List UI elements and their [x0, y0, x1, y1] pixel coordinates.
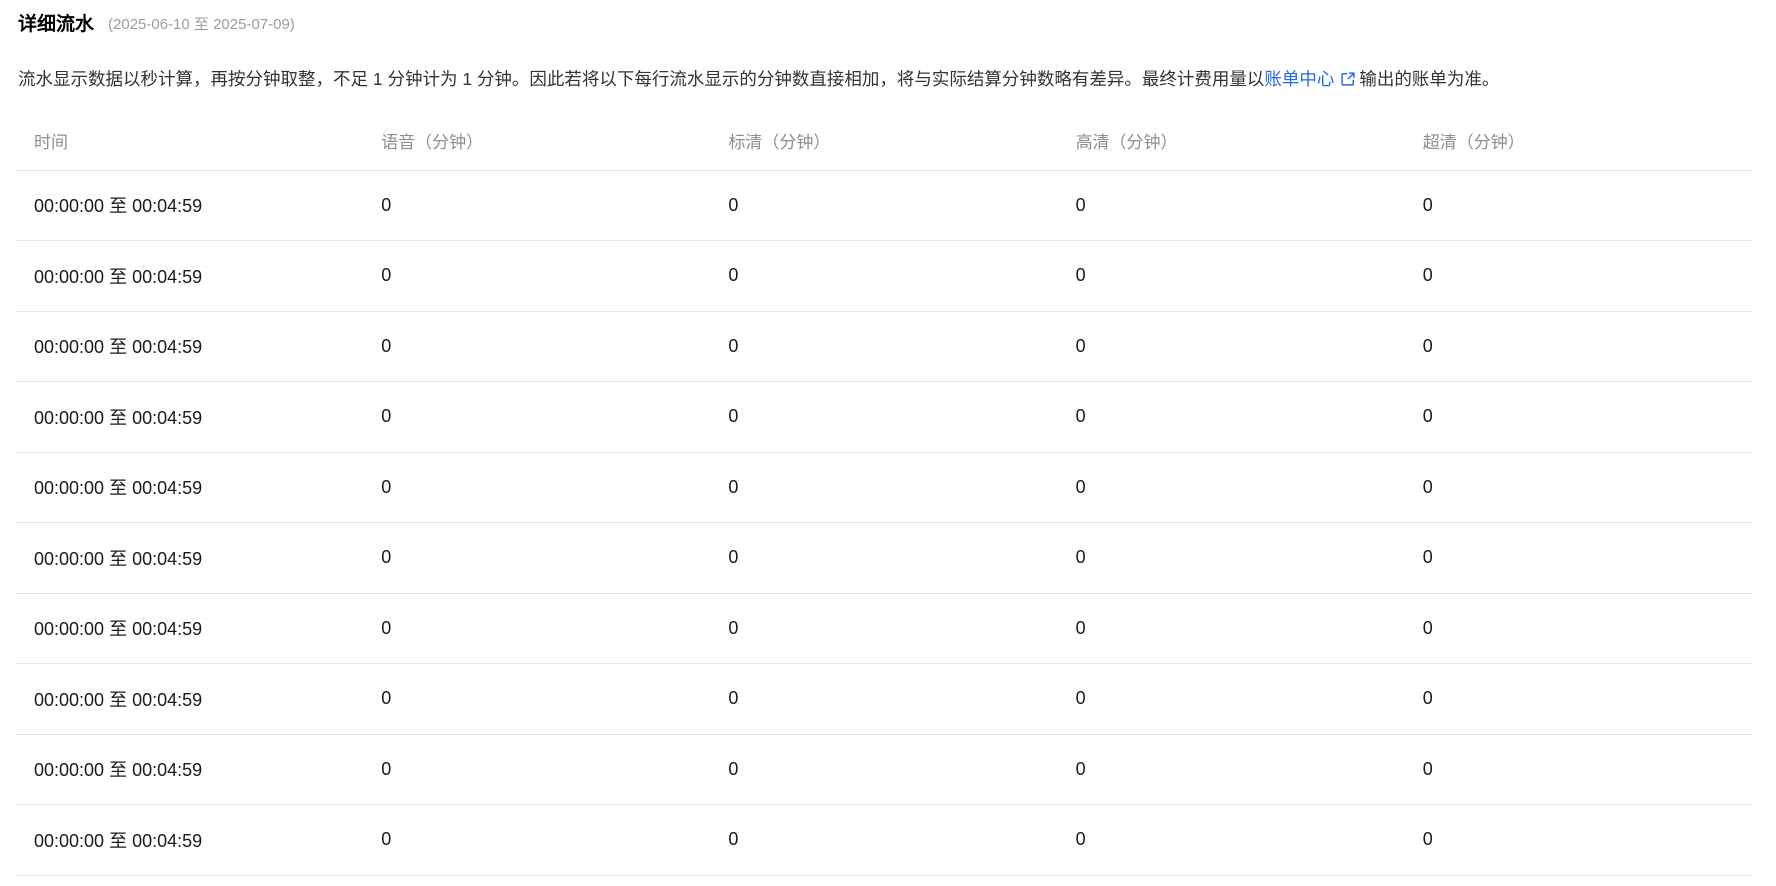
table-row: 00:00:00 至 00:04:59 0 0 0 0: [16, 311, 1752, 382]
sd-minutes-cell: 0: [710, 311, 1058, 382]
hd-minutes-cell: 0: [1057, 804, 1405, 876]
usage-table-body: 00:00:00 至 00:04:59 0 0 0 0 00:00:00 至 00:04:…: [16, 170, 1752, 876]
uhd-minutes-cell: 0: [1404, 381, 1752, 453]
voice-minutes-cell: 0: [363, 522, 711, 594]
time-range-cell: 00:00:00 至 00:04:59: [16, 240, 364, 312]
hd-minutes-cell: 0: [1057, 240, 1405, 312]
hd-minutes-cell: 0: [1057, 170, 1405, 241]
table-row: 00:00:00 至 00:04:59 0 0 0 0: [16, 734, 1752, 805]
table-row: 00:00:00 至 00:04:59 0 0 0 0: [16, 452, 1752, 523]
time-range-cell: 00:00:00 至 00:04:59: [16, 170, 364, 241]
time-range-cell: 00:00:00 至 00:04:59: [16, 663, 364, 735]
sd-minutes-cell: 0: [710, 663, 1058, 735]
sd-minutes-cell: 0: [710, 170, 1058, 241]
voice-minutes-cell: 0: [363, 663, 711, 735]
sd-minutes-cell: 0: [710, 240, 1058, 312]
uhd-minutes-cell: 0: [1404, 734, 1752, 805]
page-title: 详细流水: [18, 14, 95, 35]
uhd-minutes-cell: 0: [1404, 593, 1752, 664]
voice-minutes-cell: 0: [363, 311, 711, 382]
column-header-voice-minutes: 语音（分钟）: [363, 94, 711, 171]
time-range-cell: 00:00:00 至 00:04:59: [16, 452, 364, 523]
description-text-before-link: 流水显示数据以秒计算，再按分钟取整，不足 1 分钟计为 1 分钟。因此若将以下每…: [18, 69, 1265, 89]
table-row: 00:00:00 至 00:04:59 0 0 0 0: [16, 804, 1752, 876]
sd-minutes-cell: 0: [710, 804, 1058, 876]
hd-minutes-cell: 0: [1057, 311, 1405, 382]
table-row: 00:00:00 至 00:04:59 0 0 0 0: [16, 522, 1752, 594]
uhd-minutes-cell: 0: [1404, 452, 1752, 523]
uhd-minutes-cell: 0: [1404, 170, 1752, 241]
time-range-cell: 00:00:00 至 00:04:59: [16, 311, 364, 382]
hd-minutes-cell: 0: [1057, 452, 1405, 523]
external-link-icon[interactable]: [1339, 70, 1357, 94]
sd-minutes-cell: 0: [710, 593, 1058, 664]
time-range-cell: 00:00:00 至 00:04:59: [16, 381, 364, 453]
voice-minutes-cell: 0: [363, 593, 711, 664]
sd-minutes-cell: 0: [710, 734, 1058, 805]
table-row: 00:00:00 至 00:04:59 0 0 0 0: [16, 593, 1752, 664]
hd-minutes-cell: 0: [1057, 381, 1405, 453]
table-header-row: 时间 语音（分钟） 标清（分钟） 高清（分钟） 超清（分钟）: [16, 94, 1752, 171]
page-header: 详细流水 (2025-06-10 至 2025-07-09): [16, 13, 1752, 37]
column-header-time: 时间: [16, 94, 364, 171]
voice-minutes-cell: 0: [363, 381, 711, 453]
time-range-cell: 00:00:00 至 00:04:59: [16, 522, 364, 594]
table-row: 00:00:00 至 00:04:59 0 0 0 0: [16, 170, 1752, 241]
voice-minutes-cell: 0: [363, 734, 711, 805]
description-text-after-link: 输出的账单为准。: [1359, 69, 1500, 89]
uhd-minutes-cell: 0: [1404, 663, 1752, 735]
voice-minutes-cell: 0: [363, 240, 711, 312]
table-row: 00:00:00 至 00:04:59 0 0 0 0: [16, 381, 1752, 453]
hd-minutes-cell: 0: [1057, 593, 1405, 664]
column-header-sd-minutes: 标清（分钟）: [710, 94, 1058, 171]
billing-center-link-label[interactable]: 账单中心: [1264, 69, 1334, 89]
table-row: 00:00:00 至 00:04:59 0 0 0 0: [16, 240, 1752, 312]
voice-minutes-cell: 0: [363, 452, 711, 523]
hd-minutes-cell: 0: [1057, 663, 1405, 735]
sd-minutes-cell: 0: [710, 452, 1058, 523]
table-row: 00:00:00 至 00:04:59 0 0 0 0: [16, 663, 1752, 735]
date-range: (2025-06-10 至 2025-07-09): [108, 16, 295, 33]
usage-table: 时间 语音（分钟） 标清（分钟） 高清（分钟） 超清（分钟） 00:00:00 …: [16, 94, 1752, 876]
uhd-minutes-cell: 0: [1404, 240, 1752, 312]
usage-description: 流水显示数据以秒计算，再按分钟取整，不足 1 分钟计为 1 分钟。因此若将以下每…: [18, 67, 1752, 94]
detailed-usage-page: 详细流水 (2025-06-10 至 2025-07-09) 流水显示数据以秒计…: [0, 0, 1776, 886]
time-range-cell: 00:00:00 至 00:04:59: [16, 804, 364, 876]
voice-minutes-cell: 0: [363, 804, 711, 876]
sd-minutes-cell: 0: [710, 522, 1058, 594]
billing-center-link[interactable]: 账单中心: [1264, 69, 1359, 89]
uhd-minutes-cell: 0: [1404, 311, 1752, 382]
uhd-minutes-cell: 0: [1404, 804, 1752, 876]
sd-minutes-cell: 0: [710, 381, 1058, 453]
time-range-cell: 00:00:00 至 00:04:59: [16, 734, 364, 805]
voice-minutes-cell: 0: [363, 170, 711, 241]
time-range-cell: 00:00:00 至 00:04:59: [16, 593, 364, 664]
column-header-hd-minutes: 高清（分钟）: [1057, 94, 1405, 171]
uhd-minutes-cell: 0: [1404, 522, 1752, 594]
hd-minutes-cell: 0: [1057, 522, 1405, 594]
column-header-uhd-minutes: 超清（分钟）: [1404, 94, 1752, 171]
hd-minutes-cell: 0: [1057, 734, 1405, 805]
